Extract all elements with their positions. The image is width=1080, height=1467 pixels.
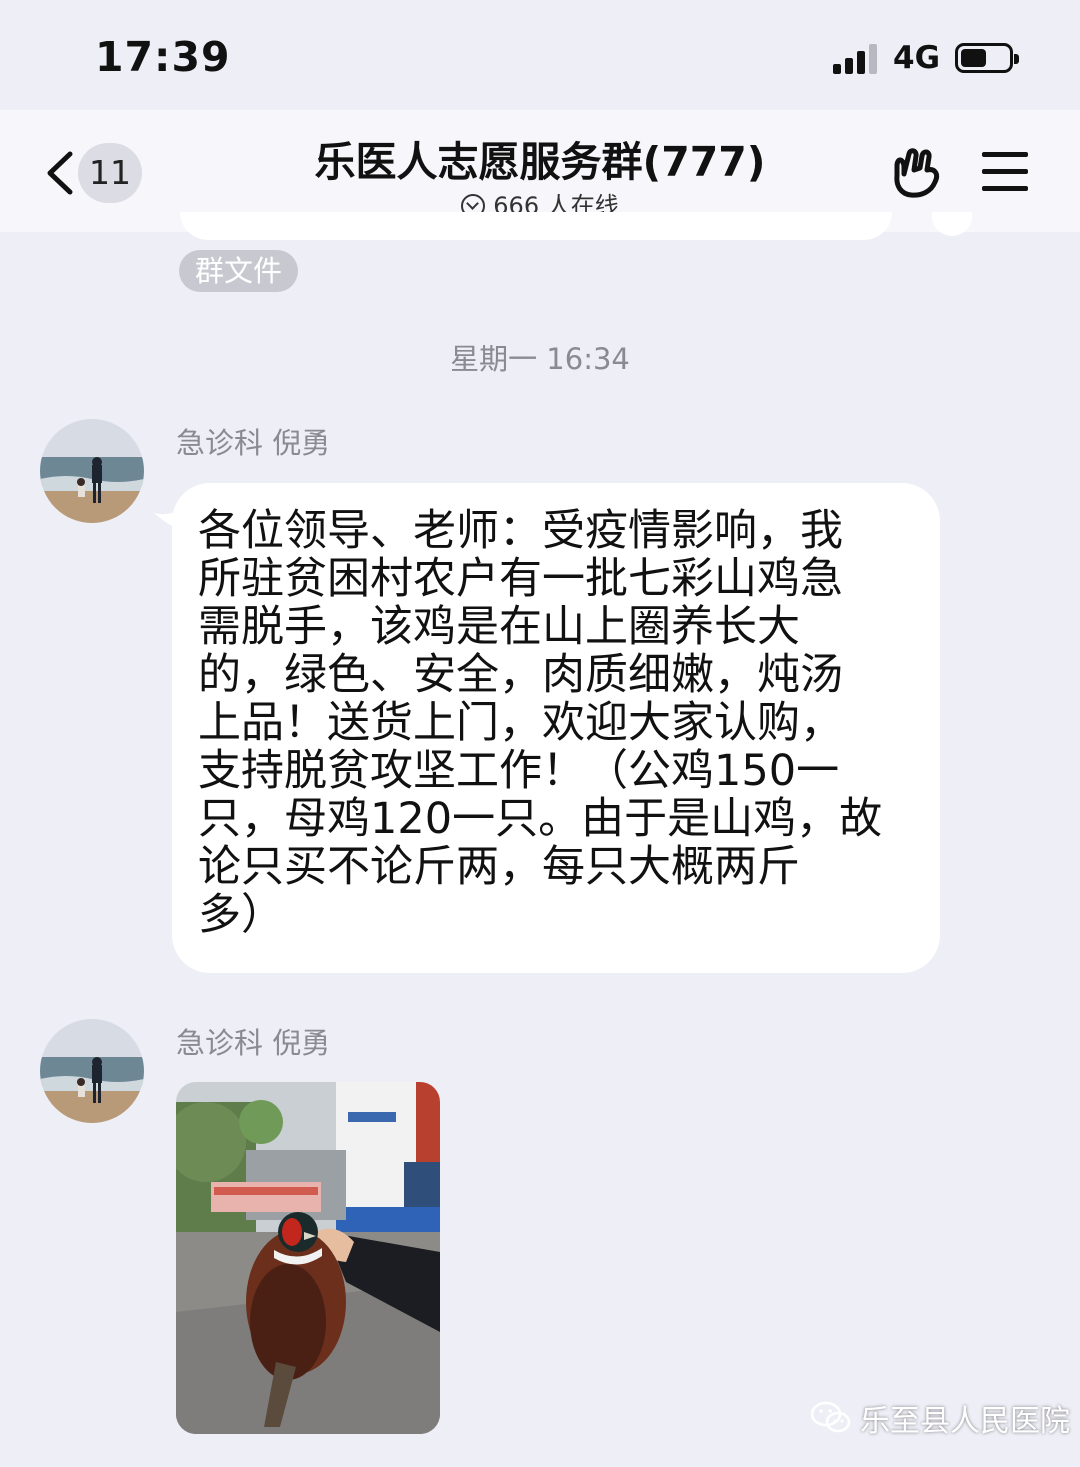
message-bubble[interactable]: 各位领导、老师：受疫情影响，我 所驻贫困村农户有一批七彩山鸡急 需脱手，该鸡是在… xyxy=(172,483,940,973)
watermark: 乐至县人民医院 xyxy=(810,1396,1070,1440)
avatar[interactable] xyxy=(40,1019,144,1123)
gesture-hand-icon[interactable] xyxy=(887,146,943,198)
message-photo[interactable] xyxy=(176,1082,440,1434)
avatar[interactable] xyxy=(40,419,144,523)
group-files-chip[interactable]: 群文件 xyxy=(179,250,299,292)
sender-name[interactable]: 急诊科 倪勇 xyxy=(176,420,330,462)
battery-icon xyxy=(955,43,1019,73)
sender-name[interactable]: 急诊科 倪勇 xyxy=(176,1020,330,1062)
beach-avatar-image xyxy=(40,1019,144,1123)
message-text: 各位领导、老师：受疫情影响，我 所驻贫困村农户有一批七彩山鸡急 需脱手，该鸡是在… xyxy=(198,506,883,940)
wechat-icon xyxy=(810,1401,851,1433)
status-time: 17:39 xyxy=(95,33,231,81)
menu-icon[interactable] xyxy=(982,152,1028,192)
pheasant-photo-icon xyxy=(176,1082,440,1434)
network-label: 4G xyxy=(893,40,941,76)
previous-dot-edge xyxy=(932,212,972,236)
watermark-text: 乐至县人民医院 xyxy=(860,1404,1070,1439)
beach-avatar-image xyxy=(40,419,144,523)
message-timestamp: 星期一 16:34 xyxy=(450,342,630,376)
signal-icon xyxy=(833,44,879,74)
previous-bubble-edge xyxy=(180,212,892,240)
